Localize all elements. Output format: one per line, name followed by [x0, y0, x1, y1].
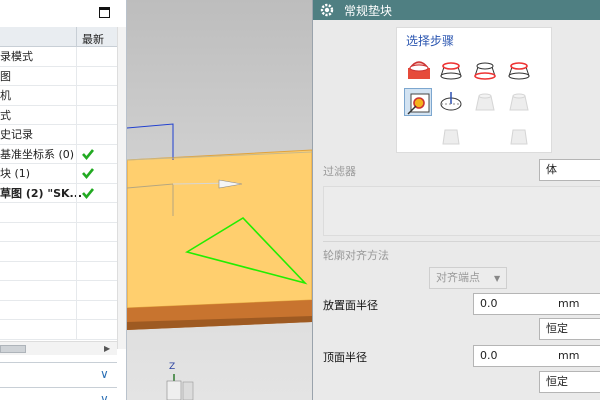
- navigator-header: 最新: [0, 27, 117, 47]
- step-top-face-icon[interactable]: [437, 54, 465, 82]
- scroll-right-icon[interactable]: ▶: [104, 344, 110, 353]
- check-icon: [82, 168, 95, 180]
- navigator-row[interactable]: [0, 261, 117, 281]
- navigator-row[interactable]: [0, 222, 117, 242]
- horizontal-scrollbar[interactable]: ▶: [0, 341, 117, 355]
- column-latest[interactable]: 最新: [82, 31, 104, 47]
- navigator-row[interactable]: [0, 242, 117, 262]
- section-dependencies[interactable]: ∨: [0, 362, 117, 386]
- place-radius-value: 0.0: [480, 297, 498, 310]
- place-radius-input[interactable]: 0.0 mm: [473, 293, 600, 315]
- navigator-row-label: 块 (1): [0, 167, 31, 180]
- navigator-toolbar: [0, 0, 126, 27]
- vertical-scrollbar[interactable]: [117, 27, 126, 349]
- graphics-viewport[interactable]: Z: [127, 0, 312, 400]
- step-top-outline-icon[interactable]: [505, 54, 533, 82]
- filter-select[interactable]: 体: [539, 159, 600, 181]
- chevron-down-icon[interactable]: ∨: [100, 392, 109, 400]
- model-view: [127, 123, 312, 400]
- navigator-rows: 录模式图机式史记录基准坐标系 (0) 块 (1) 草图 (2) "SK...: [0, 47, 117, 340]
- navigator-row[interactable]: 图: [0, 66, 117, 86]
- navigator-row-label: 录模式: [0, 50, 33, 63]
- app-window: 最新 录模式图机式史记录 基准坐标系 (0) 块 (1) 草图 (2) "SK... …: [0, 0, 600, 400]
- navigator-row[interactable]: [0, 203, 117, 223]
- top-radius-unit: mm: [558, 349, 580, 362]
- place-radius-mode-select[interactable]: 恒定: [539, 318, 600, 340]
- step-disabled-icon: [471, 88, 499, 116]
- filter-list: [323, 186, 600, 236]
- place-radius-unit: mm: [558, 297, 580, 310]
- top-radius-label: 顶面半径: [323, 351, 367, 364]
- top-radius-value: 0.0: [480, 349, 498, 362]
- navigator-row[interactable]: 基准坐标系 (0): [0, 144, 117, 164]
- navigator-row-label: 基准坐标系 (0): [0, 147, 75, 161]
- navigator-row[interactable]: [0, 320, 117, 340]
- dialog-title-bar[interactable]: 常规垫块: [313, 0, 600, 20]
- scroll-thumb[interactable]: [0, 345, 26, 353]
- regular-pad-dialog: 常规垫块 选择步骤 过滤器 体 轮廓对齐方法 对齐端点 ▼ 放置面半径 0.0 …: [312, 0, 600, 400]
- navigator-row[interactable]: 机: [0, 86, 117, 106]
- align-method-value: 对齐端点: [436, 271, 480, 284]
- step-reference-icon[interactable]: [437, 88, 465, 116]
- selection-steps-group: 选择步骤: [396, 27, 552, 153]
- dialog-title: 常规垫块: [344, 4, 393, 18]
- check-icon: [82, 148, 95, 160]
- navigator-row[interactable]: 史记录: [0, 125, 117, 145]
- navigator-row[interactable]: 录模式: [0, 47, 117, 67]
- navigator-row[interactable]: 草图 (2) "SK...: [0, 183, 117, 203]
- step-target-body-icon[interactable]: [404, 88, 432, 116]
- axis-label-z: Z: [169, 362, 176, 372]
- top-radius-input[interactable]: 0.0 mm: [473, 345, 600, 367]
- step-disabled-icon: [505, 122, 533, 150]
- step-place-outline-icon[interactable]: [471, 54, 499, 82]
- navigator-row[interactable]: 块 (1): [0, 164, 117, 184]
- gear-icon[interactable]: [319, 2, 335, 18]
- navigator-row-label: 史记录: [0, 128, 33, 141]
- top-radius-mode-select[interactable]: 恒定: [539, 371, 600, 393]
- check-icon: [82, 187, 95, 199]
- part-navigator: 最新 录模式图机式史记录 基准坐标系 (0) 块 (1) 草图 (2) "SK... …: [0, 0, 127, 400]
- place-radius-label: 放置面半径: [323, 299, 378, 312]
- step-place-face-icon[interactable]: [405, 54, 433, 82]
- navigator-row-label: 草图 (2) "SK...: [0, 186, 83, 200]
- navigator-row[interactable]: [0, 281, 117, 301]
- profile-align-label: 轮廓对齐方法: [323, 249, 389, 262]
- navigator-row-label: 式: [0, 108, 11, 122]
- navigator-row-label: 图: [0, 69, 11, 83]
- step-disabled-icon: [505, 88, 533, 116]
- navigator-row[interactable]: 式: [0, 105, 117, 125]
- navigator-row[interactable]: [0, 300, 117, 320]
- step-disabled-icon: [437, 122, 465, 150]
- filter-label: 过滤器: [323, 165, 356, 178]
- section-details[interactable]: ∨: [0, 387, 117, 400]
- dropdown-arrow-icon: ▼: [494, 274, 501, 283]
- chevron-down-icon[interactable]: ∨: [100, 367, 109, 381]
- selection-steps-label: 选择步骤: [406, 34, 455, 48]
- maximize-icon[interactable]: [99, 7, 110, 18]
- navigator-row-label: 机: [0, 89, 11, 102]
